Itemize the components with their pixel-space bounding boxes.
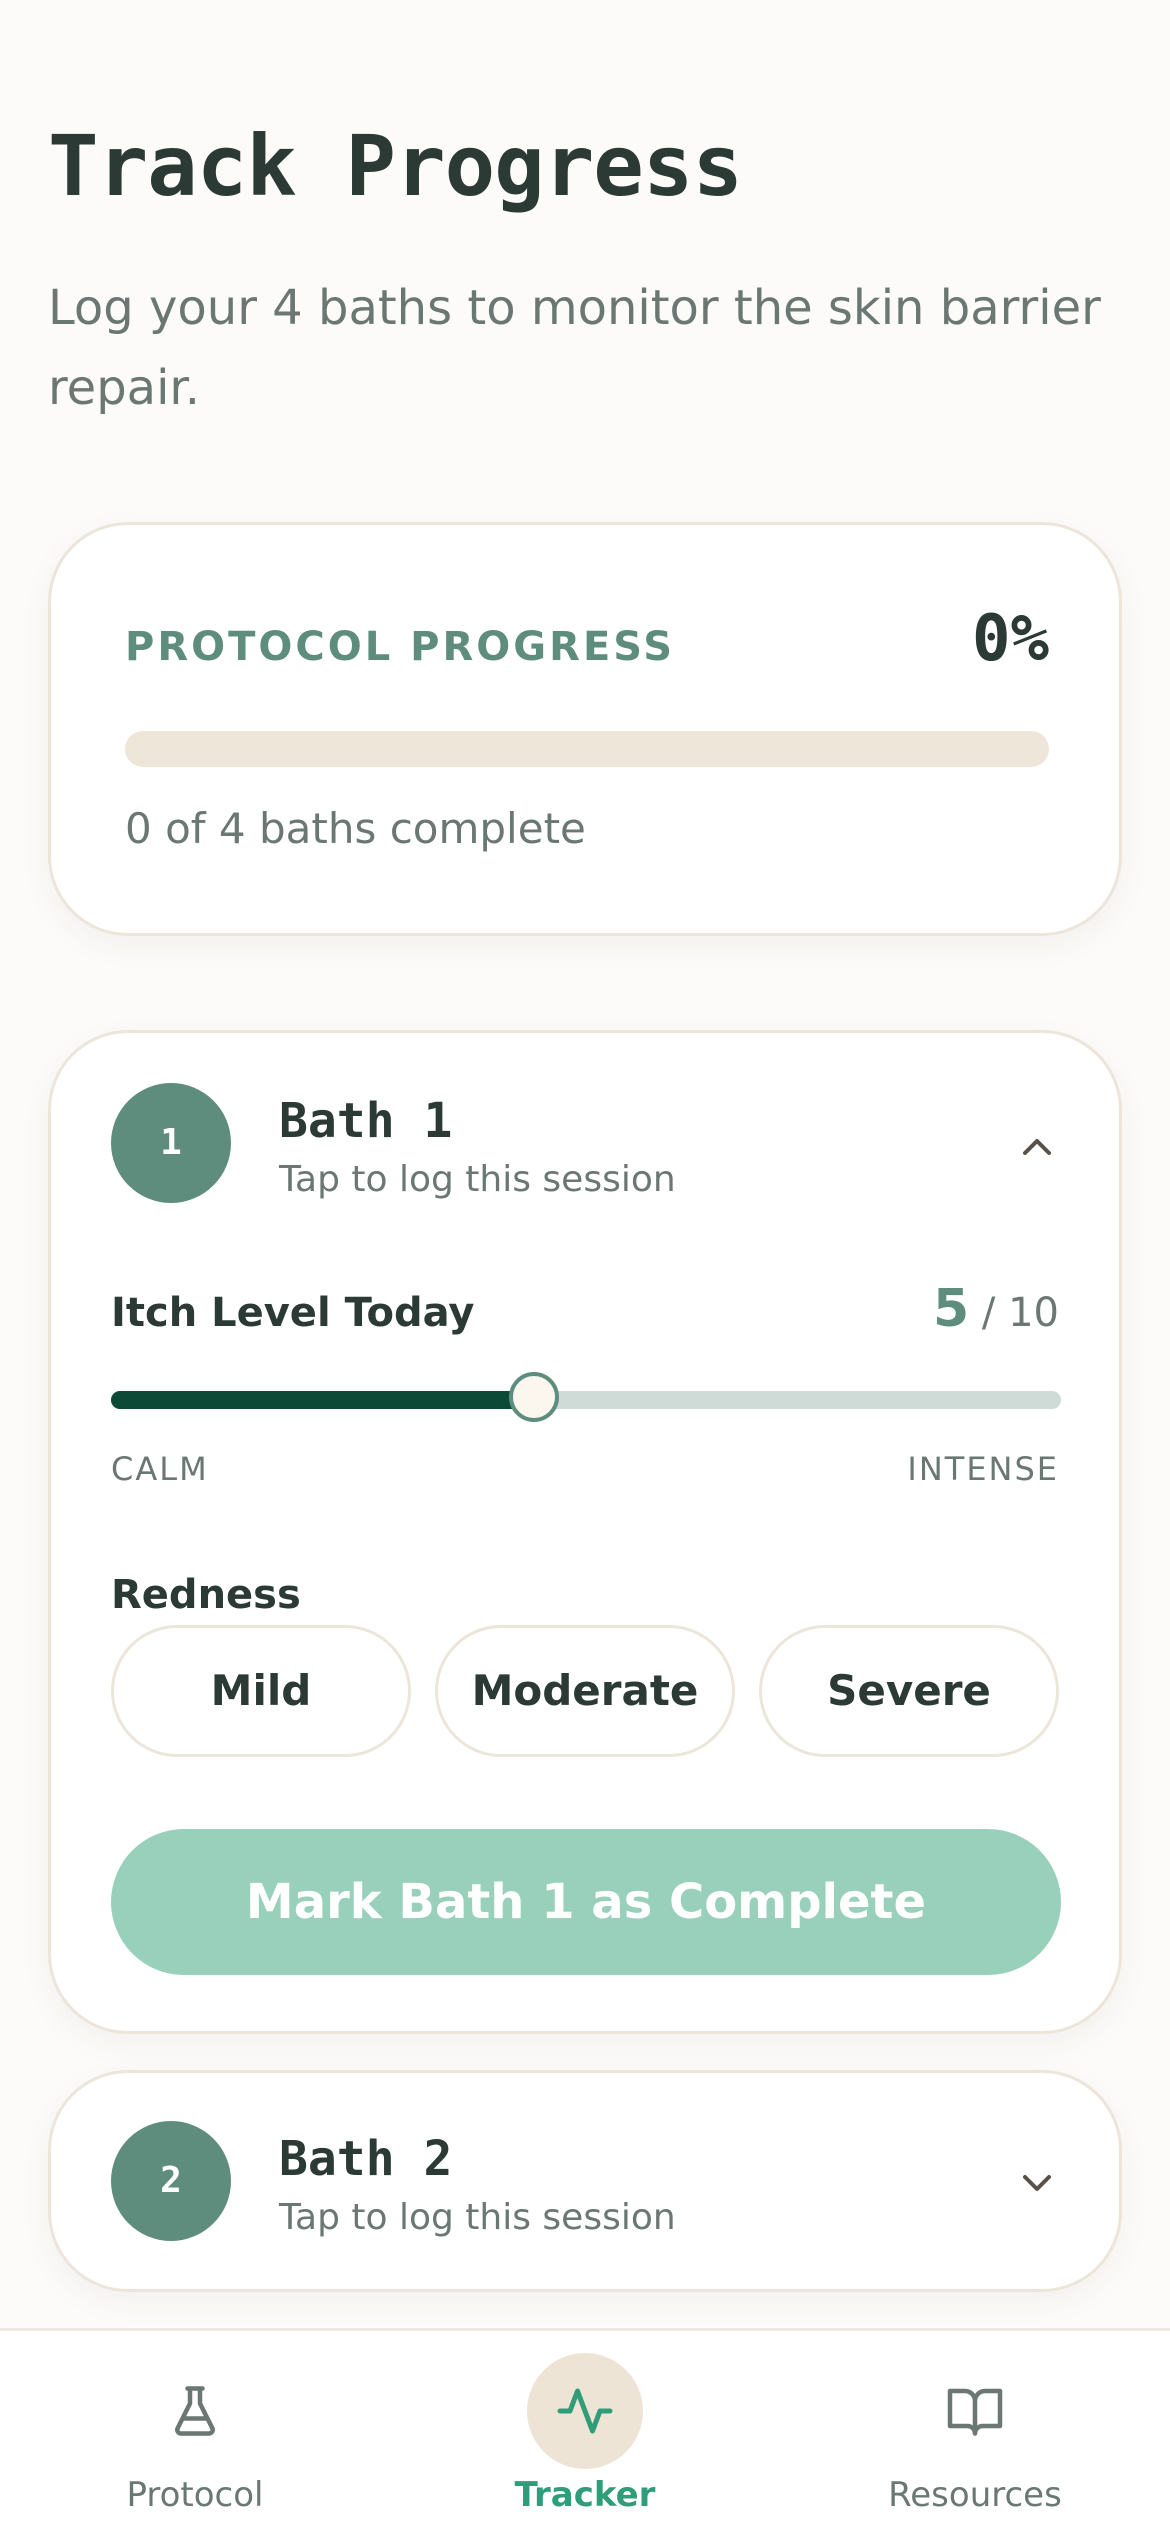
bottom-nav: Protocol Tracker Resources [0, 2328, 1170, 2532]
mark-complete-button[interactable]: Mark Bath 1 as Complete [111, 1829, 1061, 1975]
activity-icon [557, 2388, 613, 2434]
book-icon [947, 2388, 1003, 2436]
protocol-progress-card: PROTOCOL PROGRESS 0% 0 of 4 baths comple… [48, 522, 1122, 936]
nav-icon-container [137, 2353, 253, 2469]
progress-bar [125, 731, 1049, 767]
itch-level-label: Itch Level Today [111, 1290, 475, 1336]
redness-label: Redness [111, 1572, 301, 1618]
nav-label: Tracker [514, 2475, 656, 2515]
progress-count: 0 of 4 baths complete [125, 804, 586, 853]
bath-title: Bath 1 [279, 1093, 453, 1149]
progress-percent: 0% [971, 602, 1049, 676]
itch-slider-fill [111, 1391, 534, 1409]
redness-option-mild[interactable]: Mild [111, 1625, 411, 1757]
itch-scale-max-label: INTENSE [907, 1450, 1059, 1488]
flask-icon [175, 2386, 215, 2436]
bath-card-1: 1 Bath 1 Tap to log this session Itch Le… [48, 1030, 1122, 2034]
nav-icon-container [917, 2353, 1033, 2469]
itch-scale-min-label: CALM [111, 1450, 209, 1488]
nav-item-tracker[interactable]: Tracker [405, 2331, 765, 2531]
bath-card-2[interactable]: 2 Bath 2 Tap to log this session [48, 2070, 1122, 2292]
nav-item-protocol[interactable]: Protocol [15, 2331, 375, 2531]
bath-subtitle: Tap to log this session [279, 1159, 676, 1200]
bath-title: Bath 2 [279, 2131, 453, 2187]
chevron-up-icon[interactable] [1013, 1123, 1061, 1171]
page-subtitle: Log your 4 baths to monitor the skin bar… [48, 280, 1101, 416]
progress-label: PROTOCOL PROGRESS [125, 624, 676, 670]
redness-option-moderate[interactable]: Moderate [435, 1625, 735, 1757]
nav-label: Protocol [126, 2475, 264, 2515]
nav-label: Resources [888, 2475, 1062, 2515]
redness-option-severe[interactable]: Severe [759, 1625, 1059, 1757]
page-title: Track Progress [48, 117, 743, 215]
nav-item-resources[interactable]: Resources [795, 2331, 1155, 2531]
itch-level-slider[interactable] [111, 1372, 1061, 1422]
itch-level-max: / 10 [981, 1290, 1059, 1336]
chevron-down-icon[interactable] [1013, 2159, 1061, 2207]
bath-number-badge: 1 [111, 1083, 231, 1203]
itch-level-number: 5 [933, 1279, 970, 1339]
tracker-screen: Track Progress Log your 4 baths to monit… [0, 0, 1170, 2532]
nav-icon-container [527, 2353, 643, 2469]
itch-level-value: 5 / 10 [933, 1279, 1059, 1343]
itch-slider-thumb[interactable] [509, 1372, 559, 1422]
bath-subtitle: Tap to log this session [279, 2197, 676, 2238]
bath-number-badge: 2 [111, 2121, 231, 2241]
